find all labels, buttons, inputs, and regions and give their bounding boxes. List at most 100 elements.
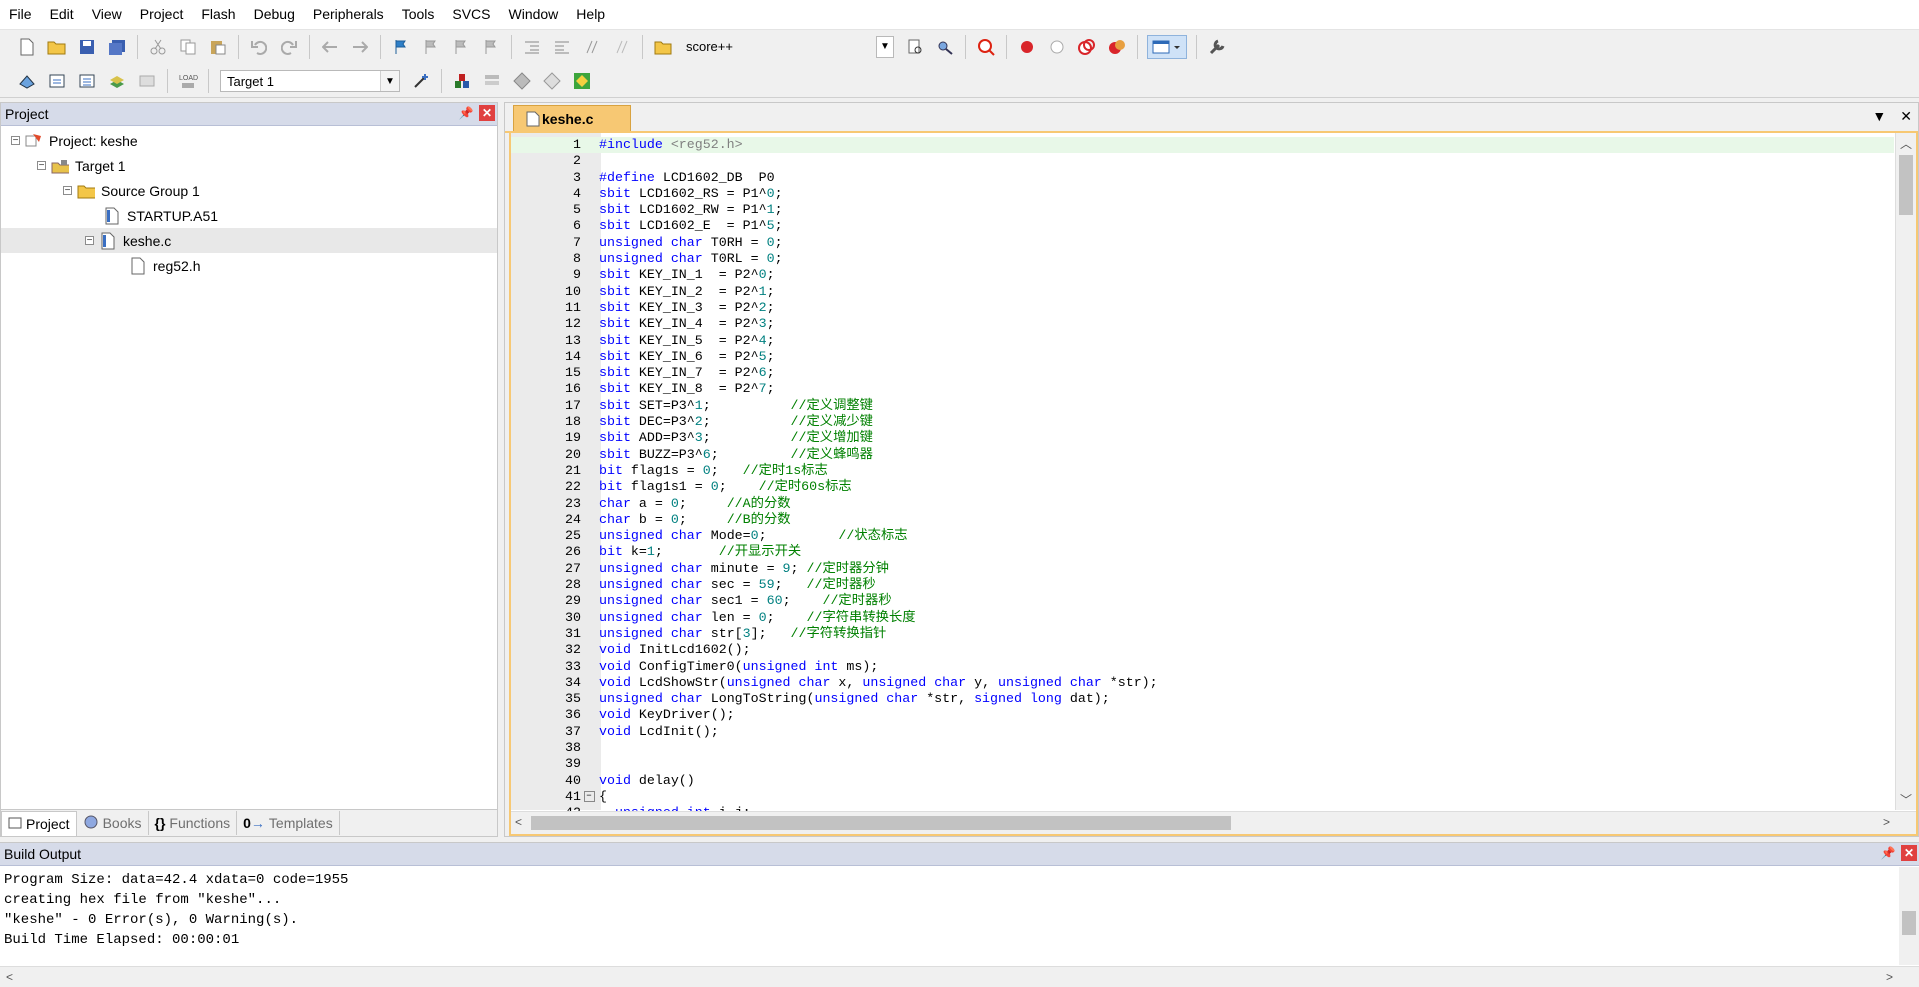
stop-build-icon[interactable] [136,70,158,92]
unindent-icon[interactable] [551,36,573,58]
bookmark-icon[interactable] [390,36,412,58]
code-line[interactable]: 36 void KeyDriver(); [511,707,1894,723]
open-folder-icon[interactable] [46,36,68,58]
code-line[interactable]: 22 bit flag1s1 = 0; //定时60s标志 [511,479,1894,495]
tree-node-target[interactable]: − Target 1 [1,153,497,178]
pin-icon[interactable]: 📌 [1881,845,1896,861]
download-icon[interactable]: LOAD [177,70,199,92]
nav-back-icon[interactable] [319,36,341,58]
menu-tools[interactable]: Tools [393,0,444,29]
code-line[interactable]: 11 sbit KEY_IN_3 = P2^2; [511,300,1894,316]
build-icon[interactable] [46,70,68,92]
code-line[interactable]: 26 bit k=1; //开显示开关 [511,544,1894,560]
comment-icon[interactable] [581,36,603,58]
target-options-icon[interactable] [410,70,432,92]
code-line[interactable]: 17 sbit SET=P3^1; //定义调整键 [511,398,1894,414]
code-line[interactable]: 41−{ [511,789,1894,805]
code-lines[interactable]: 1 #include <reg52.h> 2 3 #define LCD1602_DB … [511,137,1894,821]
replace-icon[interactable] [934,36,956,58]
code-line[interactable]: 37 void LcdInit(); [511,724,1894,740]
code-line[interactable]: 38 [511,740,1894,756]
code-line[interactable]: 25 unsigned char Mode=0; //状态标志 [511,528,1894,544]
nav-forward-icon[interactable] [349,36,371,58]
next-bookmark-icon[interactable] [450,36,472,58]
scroll-up-icon[interactable]: ︿ [1900,135,1912,152]
code-line[interactable]: 32 void InitLcd1602(); [511,642,1894,658]
code-line[interactable]: 10 sbit KEY_IN_2 = P2^1; [511,284,1894,300]
pin-icon[interactable]: 📌 [459,105,474,121]
code-line[interactable]: 13 sbit KEY_IN_5 = P2^4; [511,333,1894,349]
vertical-scrollbar[interactable]: ︿ ﹀ [1895,133,1916,810]
window-layout-icon[interactable] [1147,34,1187,59]
code-line[interactable]: 14 sbit KEY_IN_6 = P2^5; [511,349,1894,365]
undo-icon[interactable] [248,36,270,58]
code-line[interactable]: 21 bit flag1s = 0; //定时1s标志 [511,463,1894,479]
tab-keshe-c[interactable]: keshe.c [513,105,631,131]
clear-bookmarks-icon[interactable] [480,36,502,58]
code-editor[interactable]: 1 #include <reg52.h> 2 3 #define LCD1602_DB … [509,133,1918,836]
tab-list-icon[interactable]: ▼ [1872,108,1886,125]
scroll-thumb[interactable] [1899,155,1913,215]
close-icon[interactable]: ✕ [1901,845,1917,861]
prev-bookmark-icon[interactable] [420,36,442,58]
translate-icon[interactable] [16,70,38,92]
menu-window[interactable]: Window [500,0,568,29]
select-packs-icon[interactable] [481,70,503,92]
collapse-icon[interactable]: − [11,136,20,146]
code-line[interactable]: 28 unsigned char sec = 59; //定时器秒 [511,577,1894,593]
scroll-right-icon[interactable]: > [1883,815,1890,829]
code-line[interactable]: 35 unsigned char LongToString(unsigned ch… [511,691,1894,707]
scroll-thumb[interactable] [1902,911,1916,935]
code-line[interactable]: 30 unsigned char len = 0; //字符串转换长度 [511,610,1894,626]
code-line[interactable]: 16 sbit KEY_IN_8 = P2^7; [511,381,1894,397]
disable-breakpoints-icon[interactable] [1076,36,1098,58]
tab-templates[interactable]: 0→ Templates [237,811,340,835]
menu-project[interactable]: Project [131,0,193,29]
code-line[interactable]: 20 sbit BUZZ=P3^6; //定义蜂鸣器 [511,447,1894,463]
multi-project-icon[interactable] [571,70,593,92]
code-line[interactable]: 18 sbit DEC=P3^2; //定义减少键 [511,414,1894,430]
build-output-text[interactable]: Program Size: data=42.4 xdata=0 code=195… [0,866,1919,954]
incremental-find-icon[interactable] [904,36,926,58]
menu-file[interactable]: File [0,0,41,29]
code-line[interactable]: 2 [511,153,1894,169]
tree-node-reg52[interactable]: reg52.h [1,253,497,278]
code-line[interactable]: 31 unsigned char str[3]; //字符转换指针 [511,626,1894,642]
new-file-icon[interactable] [16,36,38,58]
horizontal-scrollbar[interactable]: < > [511,811,1916,834]
kill-breakpoints-icon[interactable] [1106,36,1128,58]
code-line[interactable]: 34 void LcdShowStr(unsigned char x, unsig… [511,675,1894,691]
menu-view[interactable]: View [83,0,131,29]
manage-project-items-icon[interactable] [451,70,473,92]
rebuild-icon[interactable] [76,70,98,92]
fold-icon[interactable]: − [581,789,597,805]
code-line[interactable]: 1 #include <reg52.h> [511,137,1894,154]
pack-installer-icon[interactable] [541,70,563,92]
code-line[interactable]: 15 sbit KEY_IN_7 = P2^6; [511,365,1894,381]
configure-icon[interactable] [1206,36,1228,58]
save-icon[interactable] [76,36,98,58]
code-line[interactable]: 23 char a = 0; //A的分数 [511,496,1894,512]
code-line[interactable]: 7 unsigned char T0RH = 0; [511,235,1894,251]
scroll-thumb[interactable] [531,816,1231,830]
find-in-files-icon[interactable] [652,36,674,58]
tree-node-keshe-c[interactable]: − keshe.c [1,228,497,253]
close-icon[interactable]: ✕ [1900,108,1912,125]
collapse-icon[interactable]: − [63,186,72,196]
scroll-left-icon[interactable]: < [515,815,522,829]
enable-breakpoint-icon[interactable] [1046,36,1068,58]
code-line[interactable]: 40 void delay() [511,773,1894,789]
menu-edit[interactable]: Edit [41,0,83,29]
paste-icon[interactable] [207,36,229,58]
menu-help[interactable]: Help [567,0,614,29]
tab-project[interactable]: Project [1,810,77,836]
uncomment-icon[interactable] [611,36,633,58]
redo-icon[interactable] [278,36,300,58]
menu-peripherals[interactable]: Peripherals [304,0,393,29]
cut-icon[interactable] [147,36,169,58]
menu-svcs[interactable]: SVCS [443,0,499,29]
copy-icon[interactable] [177,36,199,58]
scroll-left-icon[interactable]: < [6,970,13,984]
code-line[interactable]: 12 sbit KEY_IN_4 = P2^3; [511,316,1894,332]
code-line[interactable]: 27 unsigned char minute = 9; //定时器分钟 [511,561,1894,577]
